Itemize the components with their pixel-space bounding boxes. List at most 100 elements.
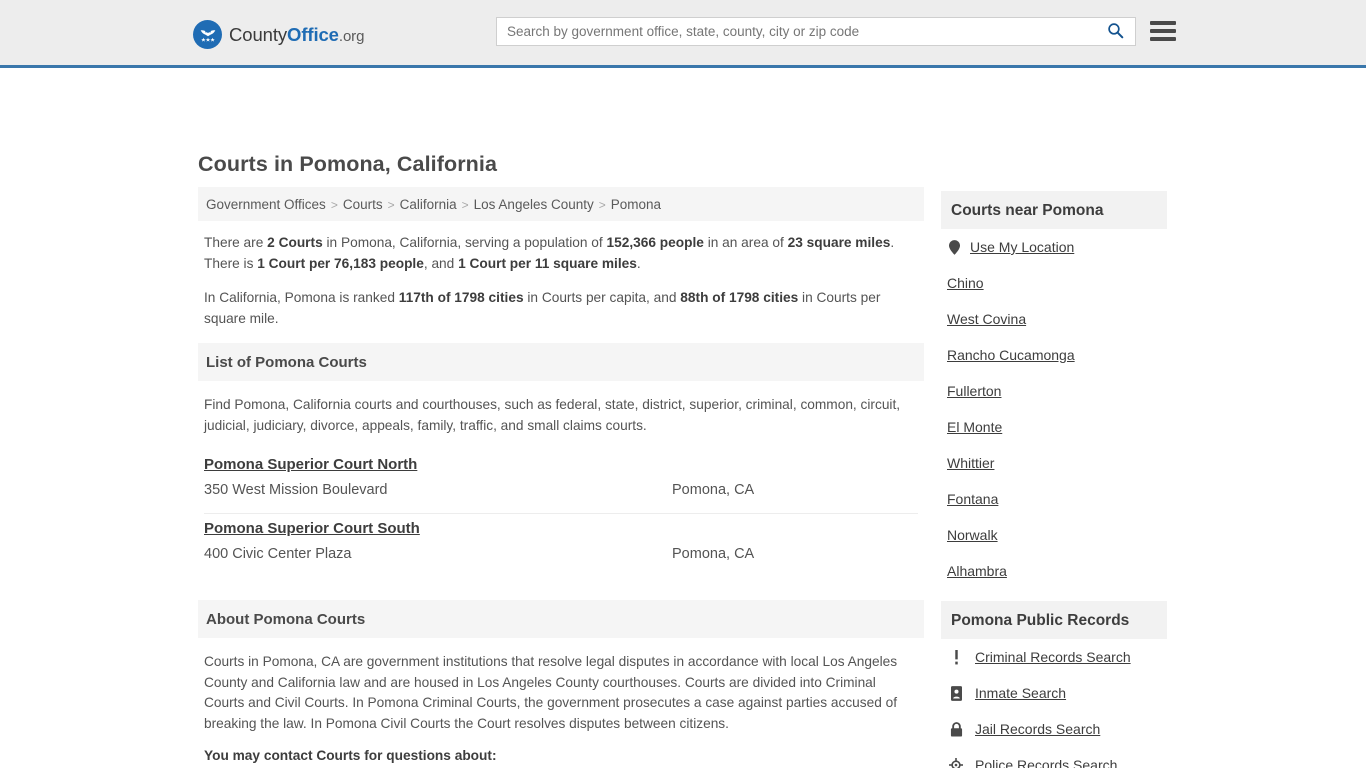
court-address-line: 400 Civic Center Plaza Pomona, CA <box>204 546 918 562</box>
brand-text-office: Office <box>287 23 339 45</box>
list-section-intro: Find Pomona, California courts and court… <box>198 381 924 436</box>
breadcrumb-item-los-angeles-county[interactable]: Los Angeles County <box>474 197 594 212</box>
about-section-body: Courts in Pomona, CA are government inst… <box>198 638 924 734</box>
stats-court-count: 2 Courts <box>267 235 323 250</box>
sidebar-item-fullerton[interactable]: Fullerton <box>941 373 1167 409</box>
sidebar-records-block: Pomona Public Records Criminal Records S… <box>941 601 1167 768</box>
search-bar <box>496 17 1136 46</box>
stats-text: , and <box>423 255 459 271</box>
stats-per-area: 1 Court per 11 square miles <box>458 255 637 271</box>
breadcrumb-separator-icon: > <box>461 197 469 212</box>
sidebar-item-rancho-cucamonga[interactable]: Rancho Cucamonga <box>941 337 1167 373</box>
breadcrumb: Government Offices > Courts > California… <box>198 187 924 221</box>
sidebar-item-el-monte[interactable]: El Monte <box>941 409 1167 445</box>
id-card-icon <box>949 685 963 701</box>
statistics-paragraph-ranking: In California, Pomona is ranked 117th of… <box>204 288 918 329</box>
breadcrumb-item-government-offices[interactable]: Government Offices <box>206 197 326 212</box>
breadcrumb-item-california[interactable]: California <box>400 197 457 212</box>
sidebar-item-label[interactable]: Norwalk <box>947 527 998 543</box>
page-body: Courts in Pomona, California Government … <box>0 68 1366 768</box>
site-header: CountyOffice.org <box>0 0 1366 68</box>
sidebar-item-chino[interactable]: Chino <box>941 265 1167 301</box>
sidebar-item-label[interactable]: El Monte <box>947 419 1002 435</box>
table-row: Pomona Superior Court South 400 Civic Ce… <box>204 514 918 578</box>
main-content-column: Courts in Pomona, California Government … <box>198 152 924 768</box>
court-city-state: Pomona, CA <box>672 482 755 498</box>
sidebar-item-jail-records-search[interactable]: Jail Records Search <box>941 711 1167 747</box>
statistics-block: There are 2 Courts in Pomona, California… <box>198 221 924 329</box>
about-section-text: Courts in Pomona, CA are government inst… <box>204 654 898 731</box>
sidebar-item-police-records-search[interactable]: Police Records Search <box>941 747 1167 768</box>
sidebar-item-west-covina[interactable]: West Covina <box>941 301 1167 337</box>
sidebar-item-label[interactable]: Inmate Search <box>975 685 1066 701</box>
sidebar-item-label[interactable]: Whittier <box>947 455 994 471</box>
sidebar-heading-nearby: Courts near Pomona <box>941 191 1167 229</box>
hamburger-menu-icon-bar <box>1150 29 1176 33</box>
hamburger-menu-icon-bar <box>1150 37 1176 41</box>
sidebar-item-criminal-records-search[interactable]: Criminal Records Search <box>941 639 1167 675</box>
court-street-address: 400 Civic Center Plaza <box>204 546 352 562</box>
stats-text: . <box>636 255 641 271</box>
site-logo-link[interactable]: CountyOffice.org <box>193 20 364 49</box>
sidebar-item-label[interactable]: Fullerton <box>947 383 1001 399</box>
table-row: Pomona Superior Court North 350 West Mis… <box>204 450 918 514</box>
sidebar-item-inmate-search[interactable]: Inmate Search <box>941 675 1167 711</box>
sidebar-heading-records: Pomona Public Records <box>941 601 1167 639</box>
sidebar: Courts near Pomona Use My Location Chino… <box>941 191 1167 768</box>
search-input[interactable] <box>497 18 1095 45</box>
breadcrumb-separator-icon: > <box>387 197 395 212</box>
court-city-state: Pomona, CA <box>672 546 755 562</box>
sidebar-item-label[interactable]: Rancho Cucamonga <box>947 347 1075 363</box>
page-title: Courts in Pomona, California <box>198 152 498 176</box>
sidebar-item-whittier[interactable]: Whittier <box>941 445 1167 481</box>
brand-text-county: County <box>229 23 288 45</box>
sidebar-item-label[interactable]: Chino <box>947 275 984 291</box>
sidebar-item-label[interactable]: Fontana <box>947 491 998 507</box>
stats-text: in Courts per capita, and <box>523 290 681 305</box>
search-button[interactable] <box>1095 18 1135 45</box>
stats-population: 152,366 people <box>606 235 704 250</box>
brand-wordmark: CountyOffice.org <box>229 24 364 46</box>
sidebar-item-label[interactable]: Jail Records Search <box>975 721 1100 737</box>
map-pin-icon <box>947 239 961 255</box>
sidebar-item-label[interactable]: West Covina <box>947 311 1026 327</box>
statistics-paragraph-counts: There are 2 Courts in Pomona, California… <box>204 233 918 274</box>
stats-text: in Pomona, California, serving a populat… <box>322 235 607 250</box>
hamburger-menu-button[interactable] <box>1150 19 1176 43</box>
eagle-stars-logo-icon <box>193 20 222 49</box>
sidebar-item-fontana[interactable]: Fontana <box>941 481 1167 517</box>
lock-icon <box>949 721 963 737</box>
sidebar-item-alhambra[interactable]: Alhambra <box>941 553 1167 589</box>
sidebar-item-label[interactable]: Criminal Records Search <box>975 649 1131 665</box>
brand-text-org: .org <box>338 27 365 45</box>
breadcrumb-separator-icon: > <box>598 197 606 212</box>
stats-text: In California, Pomona is ranked <box>204 290 399 305</box>
stats-text: in an area of <box>703 235 788 250</box>
stats-text: There are <box>204 235 268 250</box>
court-address-line: 350 West Mission Boulevard Pomona, CA <box>204 482 918 498</box>
sidebar-item-label[interactable]: Alhambra <box>947 563 1007 579</box>
sidebar-item-use-my-location[interactable]: Use My Location <box>941 229 1167 265</box>
sidebar-item-norwalk[interactable]: Norwalk <box>941 517 1167 553</box>
sidebar-records-list: Criminal Records Search Inmate Search Ja… <box>941 639 1167 768</box>
list-section-intro-text: Find Pomona, California courts and court… <box>204 397 901 433</box>
list-section-heading: List of Pomona Courts <box>198 343 924 381</box>
sidebar-item-label[interactable]: Police Records Search <box>975 757 1117 768</box>
exclamation-icon <box>949 649 963 665</box>
stats-rank-per-capita: 117th of 1798 cities <box>398 290 524 305</box>
breadcrumb-item-courts[interactable]: Courts <box>343 197 383 212</box>
hamburger-menu-icon-bar <box>1150 21 1176 25</box>
court-street-address: 350 West Mission Boulevard <box>204 482 388 498</box>
breadcrumb-separator-icon: > <box>330 197 338 212</box>
sidebar-item-label[interactable]: Use My Location <box>970 239 1074 255</box>
court-name-link[interactable]: Pomona Superior Court South <box>204 520 420 537</box>
sidebar-nearby-list: Use My Location Chino West Covina Rancho… <box>941 229 1167 589</box>
crosshair-icon <box>949 758 963 768</box>
about-section-heading: About Pomona Courts <box>198 600 924 638</box>
stats-area: 23 square miles <box>787 235 891 250</box>
contact-questions-lead: You may contact Courts for questions abo… <box>204 748 497 763</box>
search-icon <box>1107 22 1124 42</box>
court-list: Pomona Superior Court North 350 West Mis… <box>198 450 924 578</box>
breadcrumb-item-pomona[interactable]: Pomona <box>611 197 661 212</box>
court-name-link[interactable]: Pomona Superior Court North <box>204 456 417 473</box>
